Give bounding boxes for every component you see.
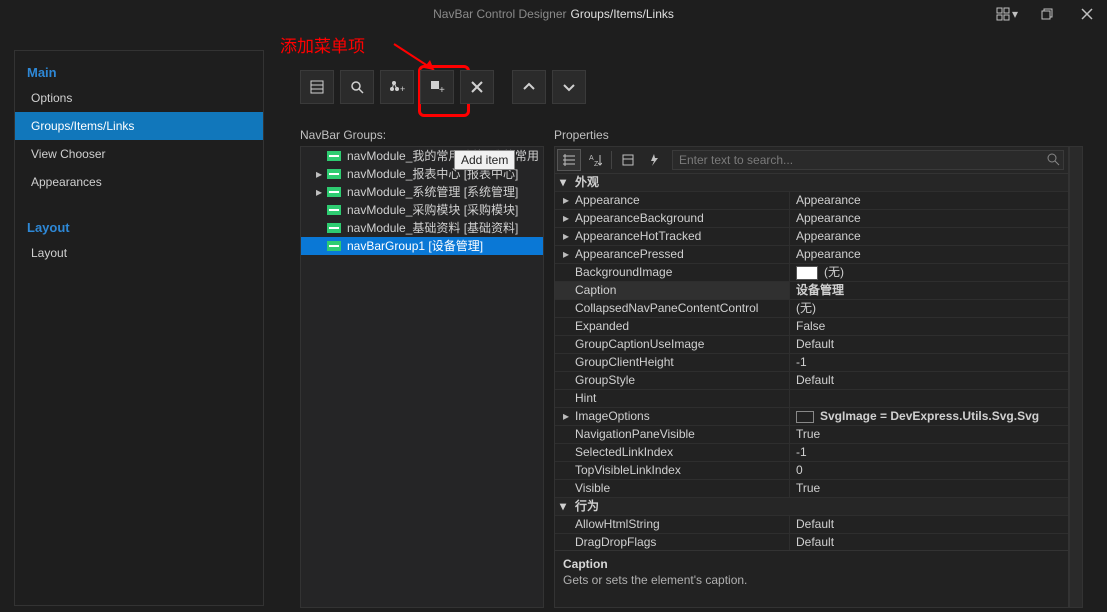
close-button[interactable] bbox=[1067, 0, 1107, 28]
tree-row[interactable]: ▸ navModule_系统管理 [系统管理] bbox=[301, 183, 543, 201]
search-icon bbox=[1046, 152, 1060, 169]
property-row[interactable]: Hint bbox=[555, 390, 1068, 408]
property-search[interactable] bbox=[672, 150, 1064, 170]
module-icon bbox=[327, 223, 341, 233]
layout-view-button[interactable] bbox=[300, 70, 334, 104]
chevron-down-icon[interactable]: ▾ bbox=[557, 501, 569, 513]
tree-expander-icon[interactable]: ▸ bbox=[313, 186, 325, 198]
title-app: NavBar Control Designer bbox=[433, 7, 566, 21]
properties-panel: AZ ▾ 外观 bbox=[554, 146, 1069, 608]
navbar-groups-tree[interactable]: ▸ navModule_我的常用功能 [我的常用 ▸ navModule_报表中… bbox=[300, 146, 544, 608]
svg-text:Z: Z bbox=[594, 161, 599, 167]
sidebar-item-groups[interactable]: Groups/Items/Links bbox=[15, 112, 263, 140]
window-title: NavBar Control Designer Groups/Items/Lin… bbox=[433, 7, 674, 21]
groups-label: NavBar Groups: bbox=[300, 128, 386, 142]
property-row[interactable]: NavigationPaneVisible True bbox=[555, 426, 1068, 444]
property-description-title: Caption bbox=[563, 557, 1060, 571]
chevron-right-icon[interactable]: ▸ bbox=[559, 246, 573, 263]
property-row[interactable]: ▸ImageOptions SvgImage = DevExpress.Util… bbox=[555, 408, 1068, 426]
image-swatch bbox=[796, 266, 818, 280]
property-search-input[interactable] bbox=[672, 150, 1064, 170]
property-row[interactable]: ▸AppearanceHotTracked Appearance bbox=[555, 228, 1068, 246]
tooltip-add-item: Add item bbox=[454, 150, 515, 170]
monitor-icon bbox=[796, 411, 814, 423]
property-row[interactable]: AllowHtmlString Default bbox=[555, 516, 1068, 534]
tree-row-label: navModule_采购模块 [采购模块] bbox=[347, 201, 518, 219]
sidebar-item-appearances[interactable]: Appearances bbox=[15, 168, 263, 196]
property-row[interactable]: DragDropFlags Default bbox=[555, 534, 1068, 550]
add-group-button[interactable]: + bbox=[380, 70, 414, 104]
property-grid[interactable]: ▾ 外观 ▸Appearance Appearance ▸AppearanceB… bbox=[555, 174, 1068, 550]
vertical-scrollbar[interactable] bbox=[1069, 146, 1083, 608]
module-icon bbox=[327, 205, 341, 215]
svg-text:+: + bbox=[400, 84, 405, 94]
module-icon bbox=[327, 151, 341, 161]
restore-button[interactable] bbox=[1027, 0, 1067, 28]
sidebar-header-layout: Layout bbox=[15, 214, 263, 239]
chevron-right-icon[interactable]: ▸ bbox=[559, 228, 573, 245]
property-description: Caption Gets or sets the element's capti… bbox=[555, 550, 1068, 607]
property-category[interactable]: ▾ 外观 bbox=[555, 174, 1068, 192]
tree-row-label: navModule_基础资料 [基础资料] bbox=[347, 219, 518, 237]
alphabetical-view-button[interactable]: AZ bbox=[583, 149, 607, 171]
category-label: 外观 bbox=[575, 174, 599, 191]
property-row[interactable]: Visible True bbox=[555, 480, 1068, 498]
properties-toolbar: AZ bbox=[555, 147, 1068, 174]
property-category[interactable]: ▾ 行为 bbox=[555, 498, 1068, 516]
sidebar-item-viewchooser[interactable]: View Chooser bbox=[15, 140, 263, 168]
property-row[interactable]: GroupCaptionUseImage Default bbox=[555, 336, 1068, 354]
properties-button[interactable] bbox=[616, 149, 640, 171]
property-row-caption[interactable]: Caption 设备管理 bbox=[555, 282, 1068, 300]
sidebar-item-options[interactable]: Options bbox=[15, 84, 263, 112]
delete-button[interactable] bbox=[460, 70, 494, 104]
chevron-right-icon[interactable]: ▸ bbox=[559, 192, 573, 209]
svg-text:+: + bbox=[439, 85, 445, 95]
properties-label: Properties bbox=[554, 128, 609, 142]
tree-row[interactable]: ▸ navModule_基础资料 [基础资料] bbox=[301, 219, 543, 237]
module-icon bbox=[327, 241, 341, 251]
toolbar: + + bbox=[300, 70, 586, 104]
chevron-right-icon[interactable]: ▸ bbox=[559, 408, 573, 425]
property-row[interactable]: GroupClientHeight -1 bbox=[555, 354, 1068, 372]
tree-row-label: navModule_系统管理 [系统管理] bbox=[347, 183, 518, 201]
category-label: 行为 bbox=[575, 498, 599, 515]
add-item-button[interactable]: + bbox=[420, 70, 454, 104]
tree-expander-icon[interactable]: ▸ bbox=[313, 168, 325, 180]
property-row[interactable]: CollapsedNavPaneContentControl (无) bbox=[555, 300, 1068, 318]
property-row[interactable]: TopVisibleLinkIndex 0 bbox=[555, 462, 1068, 480]
property-row[interactable]: SelectedLinkIndex -1 bbox=[555, 444, 1068, 462]
events-button[interactable] bbox=[642, 149, 666, 171]
module-icon bbox=[327, 169, 341, 179]
property-row[interactable]: ▸AppearanceBackground Appearance bbox=[555, 210, 1068, 228]
title-page: Groups/Items/Links bbox=[571, 7, 674, 21]
module-icon bbox=[327, 187, 341, 197]
sidebar: Main Options Groups/Items/Links View Cho… bbox=[14, 50, 264, 606]
tree-row-label: navBarGroup1 [设备管理] bbox=[347, 237, 483, 255]
property-row[interactable]: BackgroundImage (无) bbox=[555, 264, 1068, 282]
move-down-button[interactable] bbox=[552, 70, 586, 104]
tree-row[interactable]: ▸ navBarGroup1 [设备管理] bbox=[301, 237, 543, 255]
chevron-down-icon[interactable]: ▾ bbox=[557, 177, 569, 189]
sidebar-item-layout[interactable]: Layout bbox=[15, 239, 263, 267]
property-row[interactable]: GroupStyle Default bbox=[555, 372, 1068, 390]
categorized-view-button[interactable] bbox=[557, 149, 581, 171]
move-up-button[interactable] bbox=[512, 70, 546, 104]
property-row[interactable]: Expanded False bbox=[555, 318, 1068, 336]
sidebar-header-main: Main bbox=[15, 59, 263, 84]
tree-row[interactable]: ▸ navModule_采购模块 [采购模块] bbox=[301, 201, 543, 219]
property-row[interactable]: ▸AppearancePressed Appearance bbox=[555, 246, 1068, 264]
search-button[interactable] bbox=[340, 70, 374, 104]
chevron-right-icon[interactable]: ▸ bbox=[559, 210, 573, 227]
titlebar: NavBar Control Designer Groups/Items/Lin… bbox=[0, 0, 1107, 28]
grid-icon[interactable]: ▾ bbox=[987, 0, 1027, 28]
property-description-text: Gets or sets the element's caption. bbox=[563, 573, 1060, 587]
property-row[interactable]: ▸Appearance Appearance bbox=[555, 192, 1068, 210]
